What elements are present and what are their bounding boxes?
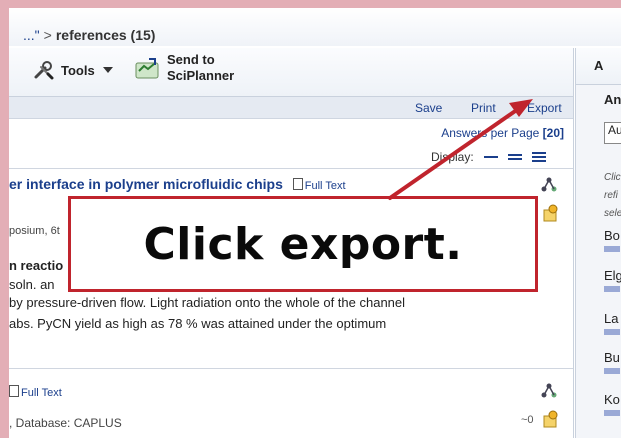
result-1-source: posium, 6t <box>9 225 60 237</box>
sidebar-header-text: A <box>594 58 604 73</box>
breadcrumb-bar: ..." > references (15) <box>9 8 621 46</box>
molecule-icon[interactable] <box>540 176 558 194</box>
result-1-abstract-line: by pressure-driven flow. Light radiation… <box>9 295 406 310</box>
result-1-full-text-link[interactable]: Full Text <box>292 178 346 192</box>
document-icon <box>9 385 19 397</box>
breadcrumb-current: references (15) <box>55 27 156 43</box>
molecule-icon[interactable] <box>540 382 558 400</box>
result-2-full-text-link[interactable]: Full Text <box>9 385 62 399</box>
analyze-select[interactable]: Au <box>604 122 621 144</box>
result-2-score: ~0 <box>521 414 534 426</box>
analysis-sidebar: A An <box>575 48 621 438</box>
tools-menu-button[interactable]: Tools <box>33 60 113 80</box>
toolbar: Tools Send to SciPlanner <box>9 48 573 97</box>
answers-per-page-value[interactable]: [20] <box>543 126 564 140</box>
wrench-icon <box>34 61 54 80</box>
sciplanner-icon <box>135 58 159 79</box>
send-to-sciplanner-button[interactable]: Send to SciPlanner <box>135 52 234 84</box>
sidebar-item[interactable]: Ko <box>604 392 620 407</box>
sidebar-header: A <box>576 48 621 85</box>
tools-label: Tools <box>61 62 95 78</box>
result-1-title[interactable]: er interface in polymer microfluidic chi… <box>9 176 346 192</box>
result-1-title-text[interactable]: er interface in polymer microfluidic chi… <box>9 176 283 192</box>
callout-text: Click export. <box>143 218 463 270</box>
display-options: Display: <box>431 150 546 164</box>
result-1-abstract-line: abs. PyCN yield as high as 78 % was atta… <box>9 316 387 331</box>
instruction-callout: Click export. <box>68 196 538 292</box>
result-1-abstract-line: n reactio <box>9 258 64 273</box>
sidebar-item-bar <box>604 329 620 335</box>
display-compact-icon[interactable] <box>483 151 498 163</box>
sidebar-item-bar <box>604 368 620 374</box>
citation-icon[interactable] <box>542 204 560 222</box>
breadcrumb-prev-link[interactable]: ..." <box>23 27 40 43</box>
save-link[interactable]: Save <box>415 101 442 115</box>
sidebar-note-line: sele <box>604 208 621 219</box>
result-divider <box>9 368 573 369</box>
result-2-source: , Database: CAPLUS <box>9 416 122 430</box>
answers-per-page[interactable]: Answers per Page [20] <box>441 126 564 140</box>
display-full-icon[interactable] <box>531 151 546 163</box>
display-label: Display: <box>431 150 474 164</box>
sidebar-item-bar <box>604 410 620 416</box>
result-1-abstract-line: soln. an <box>9 277 55 292</box>
analyze-label: An <box>604 92 621 107</box>
sidebar-item-bar <box>604 286 620 292</box>
sidebar-note-line: refi <box>604 190 618 201</box>
sidebar-item[interactable]: Bu <box>604 350 620 365</box>
document-icon <box>292 178 303 190</box>
breadcrumb-separator: > <box>43 27 52 43</box>
highlight-frame-left <box>0 0 9 438</box>
action-bar: Save Print Export <box>9 97 573 119</box>
print-link[interactable]: Print <box>471 101 496 115</box>
sidebar-item[interactable]: Bo <box>604 228 620 243</box>
sciplanner-label: SciPlanner <box>167 68 235 83</box>
citation-icon[interactable] <box>542 410 560 428</box>
sidebar-note-line: Clic <box>604 172 621 183</box>
highlight-frame-tab <box>512 0 621 4</box>
export-link[interactable]: Export <box>527 101 562 115</box>
send-to-label: Send to <box>167 52 215 67</box>
sidebar-item[interactable]: La <box>604 311 618 326</box>
display-standard-icon[interactable] <box>507 151 522 163</box>
result-divider <box>9 168 573 169</box>
answers-per-page-label: Answers per Page <box>441 126 540 140</box>
breadcrumb: ..." > references (15) <box>23 27 155 43</box>
sidebar-item[interactable]: Elg <box>604 268 621 283</box>
chevron-down-icon <box>102 67 113 73</box>
sidebar-item-bar <box>604 246 620 252</box>
